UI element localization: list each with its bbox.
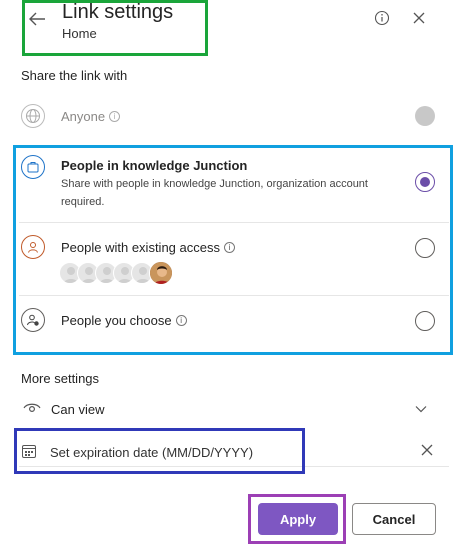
cancel-button[interactable]: Cancel [352,503,436,535]
option-anyone[interactable]: Anyone i [21,104,441,130]
radio-anyone[interactable] [415,106,435,126]
info-icon: i [109,111,121,122]
close-icon[interactable] [409,8,429,28]
chevron-down-icon [415,406,427,413]
permission-value: Can view [51,402,105,417]
highlight-box-expiration [14,428,305,474]
eye-icon [23,403,41,413]
highlight-box-share-options [13,145,453,355]
clear-expiration-icon[interactable] [419,442,435,458]
share-section-label: Share the link with [21,68,128,83]
highlight-box-title [22,0,208,56]
info-icon[interactable] [372,8,392,28]
more-settings-label: More settings [21,371,100,386]
highlight-box-apply [248,494,346,544]
option-anyone-label: Anyone [61,109,106,124]
globe-icon [21,104,45,128]
permission-dropdown[interactable]: Can view [21,398,441,420]
